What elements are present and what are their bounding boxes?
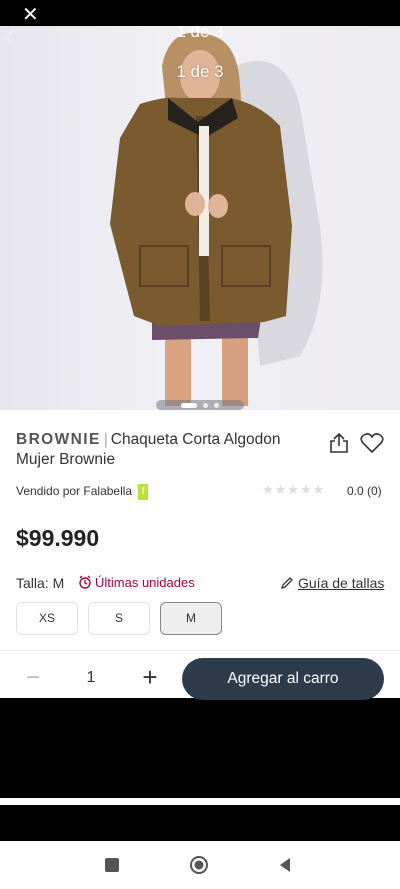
carousel-dot-active[interactable] bbox=[181, 402, 197, 408]
system-navigation-bar bbox=[0, 841, 400, 889]
size-option-s[interactable]: S bbox=[88, 602, 150, 635]
seller-info: Vendido por Falabella f bbox=[16, 484, 149, 500]
share-icon[interactable] bbox=[328, 432, 350, 454]
size-option-xs[interactable]: XS bbox=[16, 602, 78, 635]
rating-stars[interactable]: ★★★★★ bbox=[262, 483, 325, 498]
image-counter-ghost: 1 de 3 bbox=[176, 26, 224, 41]
divider-strip bbox=[0, 798, 400, 805]
carousel-dot[interactable] bbox=[203, 402, 208, 408]
recent-apps-icon[interactable] bbox=[100, 853, 124, 877]
size-guide-text[interactable]: Guía de tallas bbox=[298, 575, 384, 591]
quantity-increase-button[interactable]: + bbox=[138, 664, 162, 690]
brand-name[interactable]: BROWNIE bbox=[16, 431, 101, 448]
close-icon[interactable]: ✕ bbox=[22, 2, 39, 26]
rating-value[interactable]: 0.0 (0) bbox=[347, 484, 382, 498]
falabella-tag-icon: f bbox=[138, 484, 149, 500]
product-title: BROWNIE | Chaqueta Corta Algodon Mujer Bro… bbox=[16, 430, 316, 470]
add-to-cart-button[interactable]: Agregar al carro bbox=[182, 658, 384, 700]
title-separator: | bbox=[103, 431, 108, 448]
carousel-dot[interactable] bbox=[214, 402, 219, 408]
alarm-clock-icon bbox=[79, 575, 91, 589]
quantity-decrease-button[interactable]: − bbox=[22, 666, 44, 690]
back-arrow-icon[interactable] bbox=[0, 26, 22, 48]
quantity-value[interactable]: 1 bbox=[78, 669, 104, 687]
heart-icon[interactable] bbox=[360, 432, 384, 454]
size-guide-link[interactable]: Guía de tallas bbox=[280, 575, 384, 591]
product-price: $99.990 bbox=[16, 525, 100, 551]
carousel-indicator[interactable] bbox=[156, 400, 244, 410]
product-image[interactable]: 1 de 3 1 de 3 bbox=[0, 26, 400, 410]
product-info-card: BROWNIE | Chaqueta Corta Algodon Mujer Bro… bbox=[0, 410, 400, 700]
top-black-bar: ✕ bbox=[0, 0, 400, 26]
image-counter: 1 de 3 bbox=[176, 62, 224, 81]
pencil-icon bbox=[280, 577, 293, 590]
low-stock-alert: Últimas unidades bbox=[78, 575, 195, 590]
back-icon[interactable] bbox=[273, 853, 297, 877]
divider bbox=[0, 650, 400, 651]
size-option-m[interactable]: M bbox=[160, 602, 222, 635]
seller-name: Falabella bbox=[83, 484, 133, 499]
low-stock-text: Últimas unidades bbox=[95, 575, 195, 590]
home-icon[interactable] bbox=[187, 853, 211, 877]
sold-by-label: Vendido por bbox=[16, 484, 81, 499]
model-photo bbox=[110, 32, 323, 406]
size-label: Talla: M bbox=[16, 575, 65, 591]
